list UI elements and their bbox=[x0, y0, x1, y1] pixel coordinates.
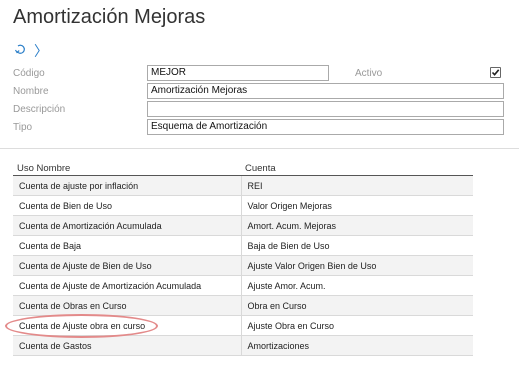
column-header-uso-nombre[interactable]: Uso Nombre bbox=[13, 162, 241, 176]
table-row[interactable]: Cuenta de Ajuste de Bien de Uso Ajuste V… bbox=[13, 255, 473, 276]
checkmark-icon bbox=[491, 69, 500, 76]
tipo-label: Tipo bbox=[13, 122, 33, 133]
table-cell-uso: Cuenta de Ajuste de Amortización Acumula… bbox=[13, 275, 242, 296]
table-row[interactable]: Cuenta de Bien de Uso Valor Origen Mejor… bbox=[13, 195, 473, 216]
nombre-field[interactable]: Amortización Mejoras bbox=[147, 83, 504, 99]
table-row[interactable]: Cuenta de Ajuste de Amortización Acumula… bbox=[13, 275, 473, 296]
page-title: Amortización Mejoras bbox=[13, 6, 206, 28]
table-cell-uso: Cuenta de Gastos bbox=[13, 335, 242, 356]
table-cell-uso: Cuenta de Bien de Uso bbox=[13, 195, 242, 216]
table-cell-cuenta: Obra en Curso bbox=[241, 295, 473, 316]
tipo-field[interactable]: Esquema de Amortización bbox=[147, 119, 504, 135]
codigo-label: Código bbox=[13, 68, 45, 79]
table-cell-cuenta: Ajuste Obra en Curso bbox=[241, 315, 473, 336]
table-cell-uso: Cuenta de Ajuste obra en curso bbox=[13, 315, 242, 336]
table-cell-uso: Cuenta de Obras en Curso bbox=[13, 295, 242, 316]
descripcion-label: Descripción bbox=[13, 104, 66, 115]
column-header-cuenta[interactable]: Cuenta bbox=[241, 162, 473, 176]
refresh-icon[interactable] bbox=[14, 42, 28, 61]
cuentas-table: Uso Nombre Cuenta Cuenta de ajuste por i… bbox=[13, 162, 473, 356]
table-cell-cuenta: Ajuste Amor. Acum. bbox=[241, 275, 473, 296]
table-row[interactable]: Cuenta de ajuste por inflación REI bbox=[13, 175, 473, 196]
table-row[interactable]: Cuenta de Amortización Acumulada Amort. … bbox=[13, 215, 473, 236]
table-cell-uso: Cuenta de Amortización Acumulada bbox=[13, 215, 242, 236]
table-cell-cuenta: Valor Origen Mejoras bbox=[241, 195, 473, 216]
table-row[interactable]: Cuenta de Obras en Curso Obra en Curso bbox=[13, 295, 473, 316]
section-divider bbox=[0, 148, 519, 149]
chevron-right-icon[interactable]: 〉 bbox=[34, 41, 48, 61]
table-cell-cuenta: REI bbox=[241, 175, 473, 196]
table-cell-uso: Cuenta de Baja bbox=[13, 235, 242, 256]
table-row[interactable]: Cuenta de Ajuste obra en curso Ajuste Ob… bbox=[13, 315, 473, 336]
activo-label: Activo bbox=[355, 68, 383, 79]
descripcion-field[interactable] bbox=[147, 101, 504, 117]
table-cell-cuenta: Ajuste Valor Origen Bien de Uso bbox=[241, 255, 473, 276]
table-cell-cuenta: Amort. Acum. Mejoras bbox=[241, 215, 473, 236]
table-row[interactable]: Cuenta de Baja Baja de Bien de Uso bbox=[13, 235, 473, 256]
table-cell-cuenta: Amortizaciones bbox=[241, 335, 473, 356]
table-row[interactable]: Cuenta de Gastos Amortizaciones bbox=[13, 335, 473, 356]
table-cell-cuenta: Baja de Bien de Uso bbox=[241, 235, 473, 256]
activo-checkbox[interactable] bbox=[490, 67, 501, 78]
table-cell-uso: Cuenta de ajuste por inflación bbox=[13, 175, 242, 196]
codigo-field[interactable]: MEJOR bbox=[147, 65, 329, 81]
nombre-label: Nombre bbox=[13, 86, 49, 97]
table-cell-uso: Cuenta de Ajuste de Bien de Uso bbox=[13, 255, 242, 276]
